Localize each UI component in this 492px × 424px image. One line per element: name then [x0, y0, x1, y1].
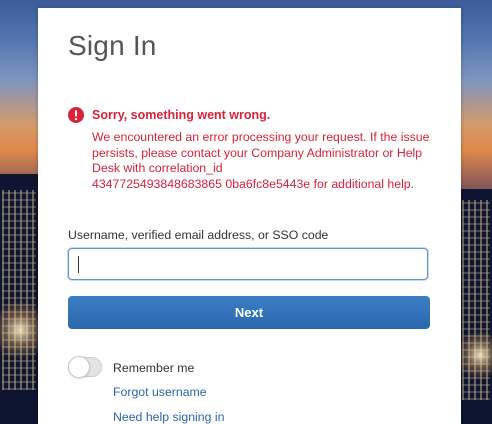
error-message: We encountered an error processing your …	[92, 130, 442, 192]
error-circle-icon	[68, 107, 84, 123]
next-button[interactable]: Next	[68, 296, 430, 329]
text-cursor	[78, 256, 79, 273]
page-title: Sign In	[68, 30, 157, 61]
building-lights-left	[2, 190, 36, 390]
signin-card: Sign In Sorry, something went wrong. We …	[38, 8, 461, 424]
remember-me-toggle[interactable]	[68, 356, 102, 378]
need-help-link[interactable]: Need help signing in	[113, 410, 224, 424]
error-line: 4347725493848683865 0ba6fc8e5443e for ad…	[92, 176, 415, 191]
forgot-username-link[interactable]: Forgot username	[113, 385, 207, 399]
remember-me-label: Remember me	[113, 361, 195, 375]
error-line: We encountered an error processing your …	[92, 130, 430, 144]
error-title: Sorry, something went wrong.	[92, 108, 271, 122]
error-line: persists, please contact your Company Ad…	[92, 145, 423, 160]
toggle-knob[interactable]	[68, 356, 90, 378]
username-label: Username, verified email address, or SSO…	[68, 228, 329, 242]
error-line: Desk with correlation_id	[92, 161, 223, 175]
username-input[interactable]	[68, 248, 428, 280]
